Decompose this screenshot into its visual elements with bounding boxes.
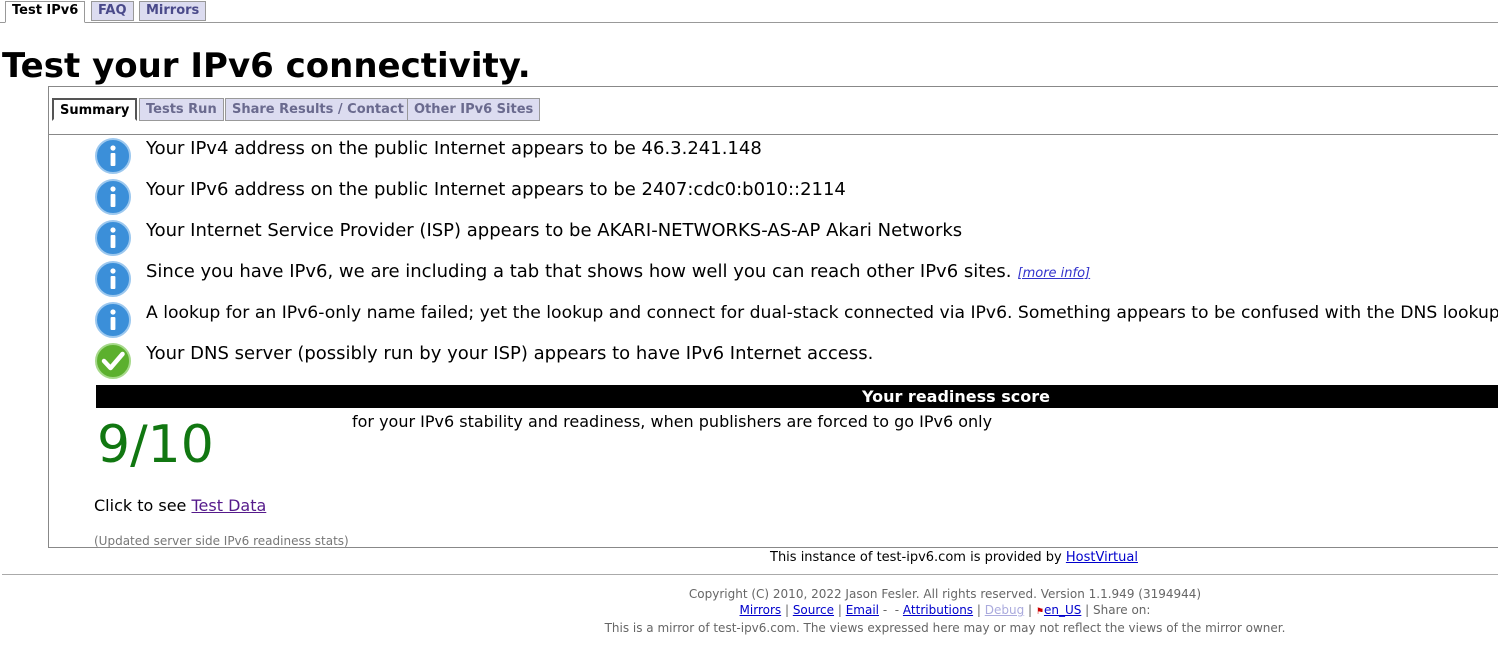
info-icon xyxy=(95,138,131,174)
updated-note: (Updated server side IPv6 readiness stat… xyxy=(94,534,349,548)
flag-icon: ⚑ xyxy=(1035,607,1044,617)
tab-tests-run[interactable]: Tests Run xyxy=(139,98,224,121)
footer: Copyright (C) 2010, 2022 Jason Fesler. A… xyxy=(560,586,1330,636)
tab-faq[interactable]: FAQ xyxy=(91,1,134,21)
top-nav: Test IPv6 FAQ Mirrors xyxy=(0,0,1498,23)
source-link[interactable]: Source xyxy=(793,603,834,617)
score-header-text: Your readiness score xyxy=(861,387,1051,406)
hostvirtual-link[interactable]: HostVirtual xyxy=(1066,550,1138,565)
mirror-note: This is a mirror of test-ipv6.com. The v… xyxy=(604,621,1286,635)
message-text: Your Internet Service Provider (ISP) app… xyxy=(146,220,963,241)
message-text-wrap: Since you have IPv6, we are including a … xyxy=(146,261,1090,285)
email-link[interactable]: Email xyxy=(846,603,879,617)
locale-link[interactable]: en_US xyxy=(1044,603,1081,617)
divider xyxy=(2,574,1498,575)
more-info-link[interactable]: [more info] xyxy=(1018,266,1091,281)
check-icon xyxy=(95,343,131,379)
footer-links: Mirrors | Source | Email - - Attribution… xyxy=(739,603,1151,617)
tab-other-ipv6-sites[interactable]: Other IPv6 Sites xyxy=(407,98,541,121)
tab-mirrors[interactable]: Mirrors xyxy=(139,1,207,21)
test-data-link[interactable]: Test Data xyxy=(191,496,266,515)
info-icon xyxy=(95,261,131,297)
copyright: Copyright (C) 2010, 2022 Jason Fesler. A… xyxy=(688,587,1202,601)
message-text: Your IPv4 address on the public Internet… xyxy=(146,138,762,159)
score-header: Your readiness score xyxy=(96,385,1498,408)
tab-test-ipv6[interactable]: Test IPv6 xyxy=(5,1,86,23)
debug-link[interactable]: Debug xyxy=(985,603,1024,617)
mirrors-link[interactable]: Mirrors xyxy=(740,603,782,617)
message-text: A lookup for an IPv6-only name failed; y… xyxy=(146,303,1498,323)
info-icon xyxy=(95,220,131,256)
message-text: Since you have IPv6, we are including a … xyxy=(146,261,1012,282)
score-value: 9/10 xyxy=(97,415,214,475)
tab-share-results[interactable]: Share Results / Contact xyxy=(225,98,411,121)
results-panel: Summary Tests Run Share Results / Contac… xyxy=(48,86,1498,548)
provided-text: This instance of test-ipv6.com is provid… xyxy=(770,550,1062,565)
share-label: Share on: xyxy=(1093,603,1151,617)
provided-by: This instance of test-ipv6.com is provid… xyxy=(770,550,1138,566)
info-icon xyxy=(95,179,131,215)
page-title: Test your IPv6 connectivity. xyxy=(2,46,531,86)
score-description: for your IPv6 stability and readiness, w… xyxy=(352,412,993,431)
tab-summary[interactable]: Summary xyxy=(52,98,138,121)
test-data-line: Click to see Test Data xyxy=(94,496,266,516)
sub-tabs: Summary Tests Run Share Results / Contac… xyxy=(49,87,1498,135)
message-text: Your IPv6 address on the public Internet… xyxy=(146,179,846,200)
message-text: Your DNS server (possibly run by your IS… xyxy=(146,343,874,364)
attributions-link[interactable]: Attributions xyxy=(903,603,973,617)
info-icon xyxy=(95,302,131,338)
test-data-prefix: Click to see xyxy=(94,496,187,515)
